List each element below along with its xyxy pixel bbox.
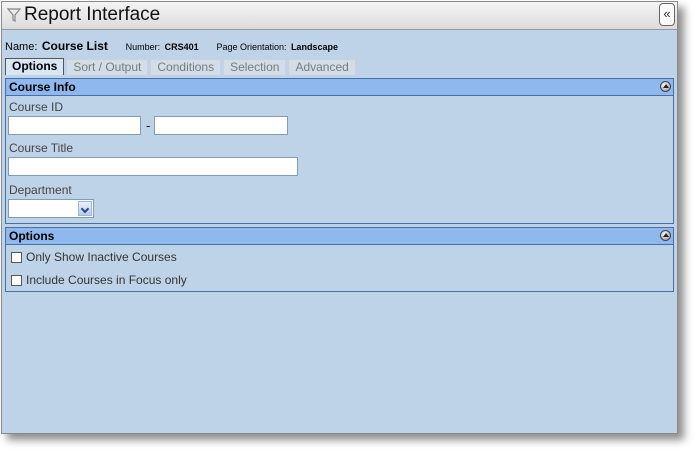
funnel-icon: [6, 8, 22, 27]
name-label: Name:: [5, 41, 38, 53]
collapse-toggle-icon[interactable]: [660, 81, 671, 92]
number-label: Number:: [125, 42, 161, 52]
orientation-label: Page Orientation:: [216, 42, 287, 52]
tab-selection[interactable]: Selection: [223, 59, 287, 75]
course-id-separator: -: [146, 118, 151, 133]
focus-courses-option[interactable]: Include Courses in Focus only: [11, 272, 187, 288]
tab-conditions[interactable]: Conditions: [150, 59, 222, 75]
inactive-courses-label: Only Show Inactive Courses: [26, 250, 177, 264]
tab-sort-output[interactable]: Sort / Output: [66, 59, 149, 75]
course-id-label: Course ID: [9, 100, 64, 114]
course-id-from-input[interactable]: [8, 116, 141, 135]
course-id-to-input[interactable]: [154, 116, 288, 135]
report-orientation: Landscape: [290, 42, 338, 52]
collapse-button[interactable]: «: [659, 3, 675, 26]
focus-courses-label: Include Courses in Focus only: [26, 273, 187, 287]
report-info: Name: Course List Number: CRS401 Page Or…: [5, 37, 338, 53]
inactive-courses-option[interactable]: Only Show Inactive Courses: [11, 249, 177, 265]
chevron-down-icon[interactable]: [78, 201, 92, 216]
course-info-title: Course Info: [9, 80, 76, 94]
focus-courses-checkbox[interactable]: [11, 274, 22, 286]
report-number: CRS401: [164, 42, 199, 52]
department-select[interactable]: [8, 199, 94, 218]
course-info-header: Course Info: [6, 79, 673, 96]
course-info-panel: Course Info Course ID - Course Title Dep…: [5, 78, 674, 224]
tab-options[interactable]: Options: [5, 58, 65, 75]
collapse-toggle-icon[interactable]: [660, 230, 671, 241]
course-title-input[interactable]: [8, 157, 298, 176]
course-title-label: Course Title: [9, 141, 74, 155]
options-title: Options: [9, 229, 55, 243]
tab-bar: Options Sort / Output Conditions Selecti…: [5, 58, 358, 75]
options-header: Options: [6, 228, 673, 245]
title-bar: Report Interface «: [2, 2, 677, 30]
window-title: Report Interface: [24, 4, 161, 25]
options-panel: Options Only Show Inactive Courses Inclu…: [5, 227, 674, 292]
tab-advanced[interactable]: Advanced: [288, 59, 356, 75]
report-interface-window: Report Interface « Name: Course List Num…: [1, 1, 678, 434]
inactive-courses-checkbox[interactable]: [11, 251, 22, 263]
report-name: Course List: [41, 39, 108, 53]
department-label: Department: [9, 183, 72, 197]
